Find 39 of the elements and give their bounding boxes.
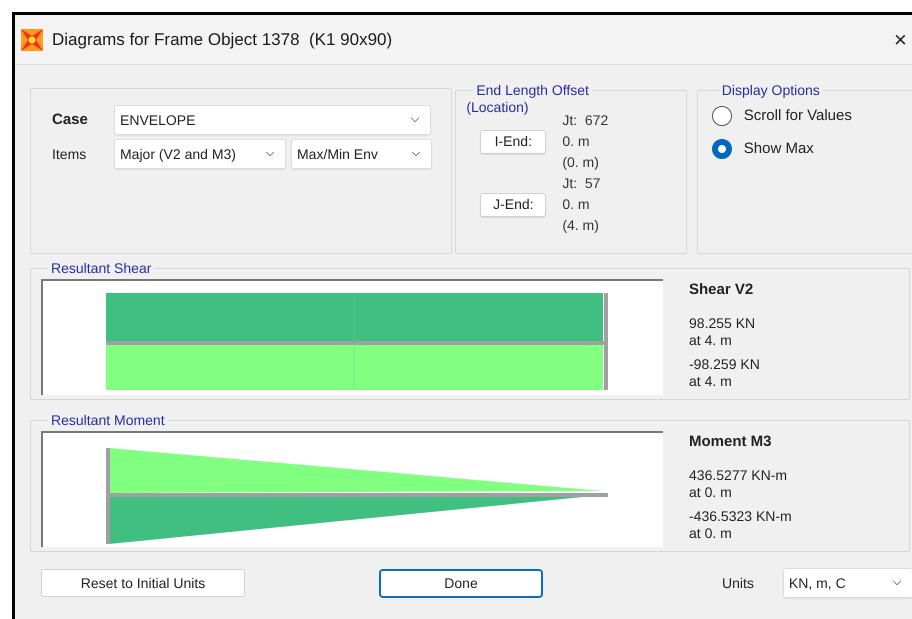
diagram-heading: Moment M3 [689,433,772,450]
units-label: Units [722,574,754,592]
type-dropdown[interactable]: Max/Min Env [291,139,432,169]
items-dropdown[interactable]: Major (V2 and M3) [114,139,286,169]
location-value: (0. m) [562,153,600,172]
group-subtitle: (Location) [466,99,530,116]
location-value: (4. m) [562,216,600,235]
min-location: at 4. m [689,373,733,390]
min-value: -436.5323 KN-m [689,508,792,525]
max-location: at 4. m [689,332,733,349]
case-dropdown[interactable]: ENVELOPE [114,105,431,135]
end-button[interactable]: J-End: [480,192,546,216]
reset-units-button[interactable]: Reset to Initial Units [41,569,245,597]
max-value: 436.5277 KN-m [689,467,788,484]
units-dropdown[interactable]: KN, m, C [782,568,912,598]
window-title: Diagrams for Frame Object 1378 (K1 90x90) [52,28,392,51]
max-location: at 0. m [689,484,733,501]
case-label: Case [52,110,89,130]
radio-label: Show Max [744,138,814,158]
radio-button[interactable] [712,138,732,159]
min-value: -98.259 KN [689,356,760,373]
max-value: 98.255 KN [689,315,756,332]
end-button[interactable]: I-End: [480,130,546,154]
done-button[interactable]: Done [379,568,543,598]
group-title: Resultant Shear [50,260,152,277]
offset-value: 0. m [562,132,591,151]
app-icon [20,28,44,52]
radio-label: Scroll for Values [744,106,852,126]
offset-value: 0. m [562,195,591,214]
close-button[interactable]: × [894,28,912,50]
joint-label: Jt: 57 [562,174,600,193]
min-location: at 0. m [689,525,733,542]
diagram-heading: Shear V2 [689,281,754,298]
group-title: Resultant Moment [50,412,166,429]
group-title: End Length Offset [475,82,590,99]
radio-button[interactable] [712,106,732,126]
items-label: Items [52,144,88,164]
group-title: Display Options [720,82,821,99]
joint-label: Jt: 672 [562,111,608,130]
